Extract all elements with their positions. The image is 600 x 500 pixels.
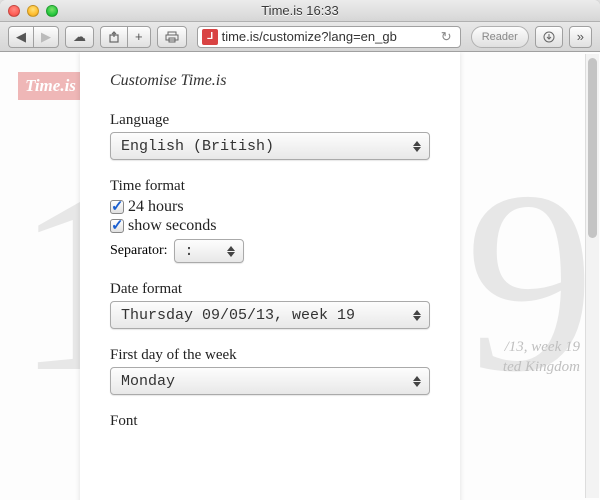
toolbar: ◀ ▶ ☁ + time.is/customize?lang=en_gb ↻ R…	[0, 22, 600, 52]
dateformat-select[interactable]: Thursday 09/05/13, week 19	[110, 301, 430, 329]
browser-window: Time.is 16:33 ◀ ▶ ☁ + time.is/customize?…	[0, 0, 600, 500]
timeformat-label: Time format	[110, 178, 430, 195]
favicon-icon	[202, 29, 218, 45]
reload-button[interactable]: ↻	[437, 29, 456, 45]
background-date: /13, week 19ted Kingdom	[503, 338, 580, 377]
separator-label: Separator:	[110, 243, 168, 259]
font-label: Font	[110, 413, 430, 430]
checkbox-seconds[interactable]	[110, 219, 124, 233]
scrollbar-thumb[interactable]	[588, 58, 597, 238]
tabs-button[interactable]: »	[569, 26, 592, 48]
zoom-button[interactable]	[46, 5, 58, 17]
share-buttons: +	[100, 26, 151, 48]
scrollbar[interactable]	[585, 54, 599, 498]
stepper-icon	[409, 305, 425, 325]
separator-select[interactable]: :	[174, 239, 244, 263]
separator-value: :	[185, 243, 194, 260]
language-value: English (British)	[121, 138, 274, 155]
icloud-button[interactable]: ☁	[65, 26, 94, 48]
address-bar[interactable]: time.is/customize?lang=en_gb ↻	[197, 26, 461, 48]
window-title: Time.is 16:33	[0, 3, 600, 18]
minimize-button[interactable]	[27, 5, 39, 17]
close-button[interactable]	[8, 5, 20, 17]
bookmark-button[interactable]: +	[127, 26, 151, 48]
print-button[interactable]	[157, 26, 187, 48]
back-button[interactable]: ◀	[8, 26, 33, 48]
stepper-icon	[409, 371, 425, 391]
window-controls	[0, 5, 58, 17]
firstday-label: First day of the week	[110, 347, 430, 364]
language-label: Language	[110, 112, 430, 129]
language-select[interactable]: English (British)	[110, 132, 430, 160]
page-viewport: 1 9 /13, week 19ted Kingdom Time.is Cust…	[0, 52, 600, 500]
dateformat-label: Date format	[110, 281, 430, 298]
dateformat-value: Thursday 09/05/13, week 19	[121, 307, 355, 324]
firstday-select[interactable]: Monday	[110, 367, 430, 395]
checkbox-seconds-row[interactable]: show seconds	[110, 217, 430, 235]
site-logo[interactable]: Time.is	[18, 72, 83, 100]
forward-button[interactable]: ▶	[33, 26, 59, 48]
stepper-icon	[223, 243, 239, 259]
reader-button[interactable]: Reader	[471, 26, 529, 48]
checkbox-24h[interactable]	[110, 200, 124, 214]
firstday-value: Monday	[121, 373, 175, 390]
separator-row: Separator: :	[110, 239, 430, 263]
customise-panel: Customise Time.is Language English (Brit…	[80, 52, 460, 500]
share-button[interactable]	[100, 26, 127, 48]
url-text[interactable]: time.is/customize?lang=en_gb	[222, 29, 433, 44]
titlebar: Time.is 16:33	[0, 0, 600, 22]
downloads-button[interactable]	[535, 26, 563, 48]
stepper-icon	[409, 136, 425, 156]
checkbox-seconds-label: show seconds	[128, 217, 216, 235]
panel-heading: Customise Time.is	[110, 72, 430, 90]
checkbox-24h-label: 24 hours	[128, 198, 184, 216]
checkbox-24h-row[interactable]: 24 hours	[110, 198, 430, 216]
nav-buttons: ◀ ▶	[8, 26, 59, 48]
